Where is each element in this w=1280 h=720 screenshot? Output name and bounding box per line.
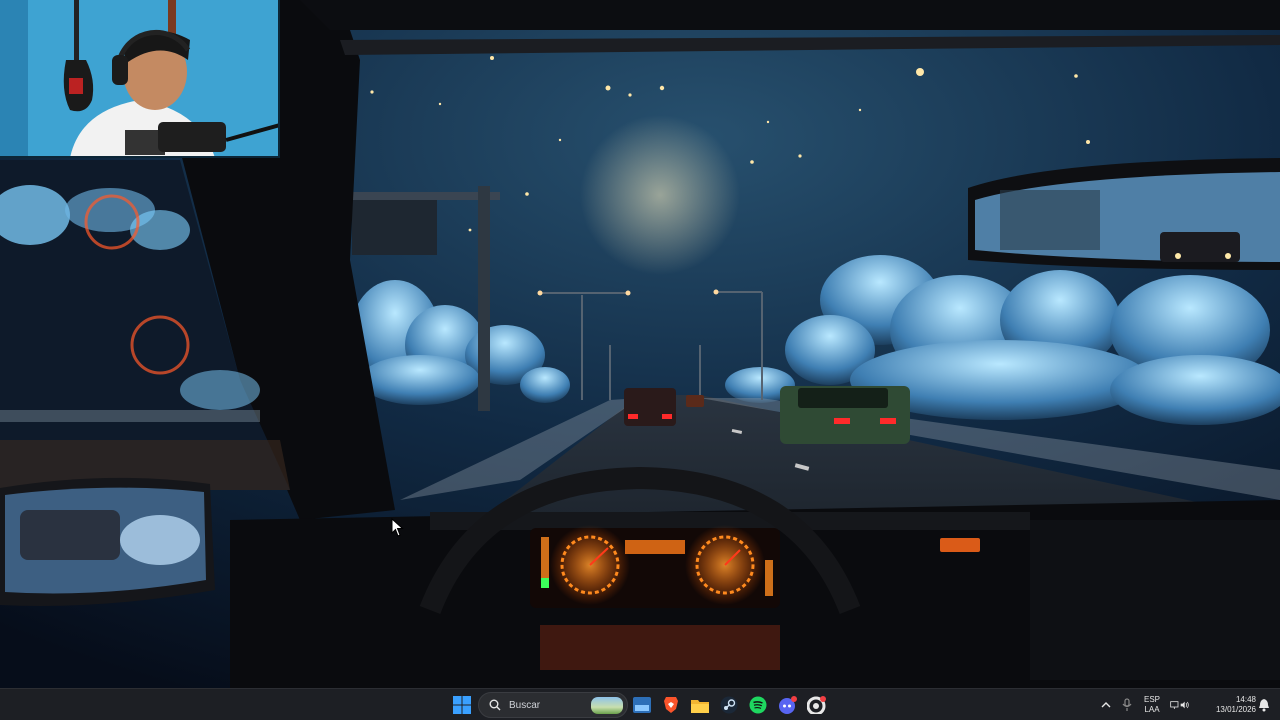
language-code: ESP [1143, 695, 1160, 704]
streamer-webcam-overlay [0, 0, 280, 158]
moon-glow [580, 115, 740, 275]
file-explorer-button[interactable] [690, 695, 710, 715]
car-distant [686, 395, 704, 407]
chevron-up-icon [1101, 702, 1111, 708]
steam-button[interactable] [719, 695, 739, 715]
volume-icon [1180, 701, 1189, 709]
discord-icon [779, 696, 797, 714]
steam-icon [720, 696, 738, 714]
chrome-canary-button[interactable] [807, 695, 827, 715]
windows-start-button[interactable] [452, 695, 472, 715]
widgets-icon [633, 697, 651, 713]
dash-warning-light [940, 538, 980, 552]
language-indicator[interactable]: ESP LAA [1140, 695, 1164, 715]
side-mirror-left [0, 477, 215, 606]
desktop [0, 0, 1280, 688]
microphone-tray-button[interactable] [1117, 695, 1137, 715]
keyboard-layout-code: LAA [1144, 705, 1160, 714]
system-clock[interactable]: 14:48 13/01/2026 [1206, 695, 1256, 715]
clock-time: 14:48 [1235, 695, 1256, 704]
clock-date: 13/01/2026 [1215, 705, 1256, 714]
show-hidden-icons-button[interactable] [1096, 695, 1116, 715]
taskbar: Buscar ESP LAA 14:48 13/01/2026 [0, 688, 1280, 720]
car-ahead-center [624, 388, 676, 426]
widgets-button[interactable] [632, 695, 652, 715]
webcam-feed [0, 0, 278, 156]
car-ahead-right [780, 386, 910, 444]
mouse-cursor-icon [391, 518, 404, 537]
windows-start-icon [453, 696, 471, 714]
search-highlight-image [591, 697, 623, 714]
taskbar-search-box[interactable]: Buscar [478, 692, 628, 718]
dash-right-panel [1030, 520, 1280, 680]
dash-reflection [540, 625, 780, 670]
microphone-icon [158, 122, 226, 152]
file-explorer-icon [691, 699, 709, 713]
chrome-canary-icon [807, 696, 826, 714]
windshield-header [300, 0, 1280, 30]
notification-center-button[interactable] [1254, 695, 1274, 715]
brave-browser-button[interactable] [661, 695, 681, 715]
search-icon [489, 699, 501, 711]
instrument-cluster [530, 525, 780, 608]
spotify-button[interactable] [748, 695, 768, 715]
search-placeholder: Buscar [509, 699, 541, 711]
notification-bell-icon [1259, 699, 1269, 712]
network-volume-group-icon [1170, 701, 1189, 709]
network-volume-button[interactable] [1170, 695, 1190, 715]
brave-browser-icon [664, 697, 678, 713]
microphone-tray-icon [1122, 698, 1132, 711]
spotify-icon [749, 696, 767, 714]
network-icon [1170, 701, 1179, 709]
discord-button[interactable] [778, 695, 798, 715]
